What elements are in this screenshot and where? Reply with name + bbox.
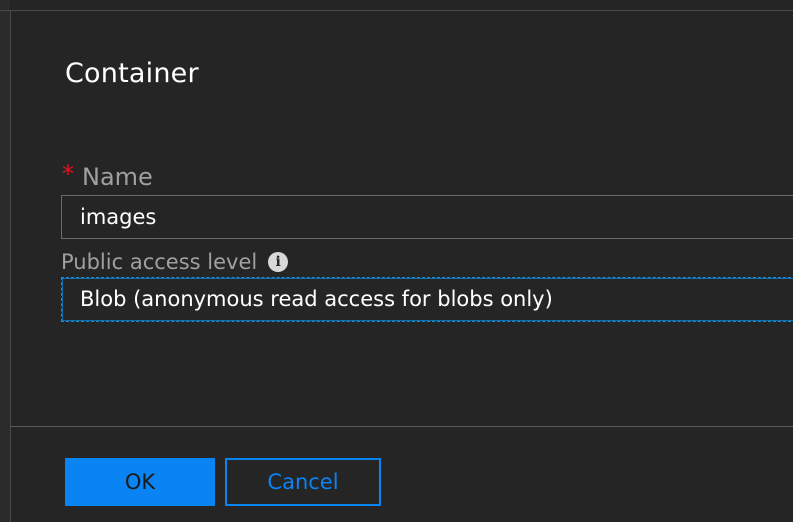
left-edge [0,0,10,522]
top-border [0,10,793,11]
access-label-row: Public access level i [61,247,289,277]
cancel-button[interactable]: Cancel [225,458,381,506]
required-marker: * [62,160,74,188]
name-label-row: * Name [62,160,153,194]
dialog-title: Container [65,58,199,89]
container-dialog: Container * Name Public access level i B… [0,0,793,522]
ok-button[interactable]: OK [65,458,215,506]
info-icon[interactable]: i [268,252,289,272]
public-access-select[interactable]: Blob (anonymous read access for blobs on… [61,277,793,322]
left-border [10,10,11,522]
footer-divider [11,426,793,427]
name-input[interactable] [61,195,793,239]
public-access-label: Public access level [61,250,258,274]
name-label: Name [82,163,153,191]
